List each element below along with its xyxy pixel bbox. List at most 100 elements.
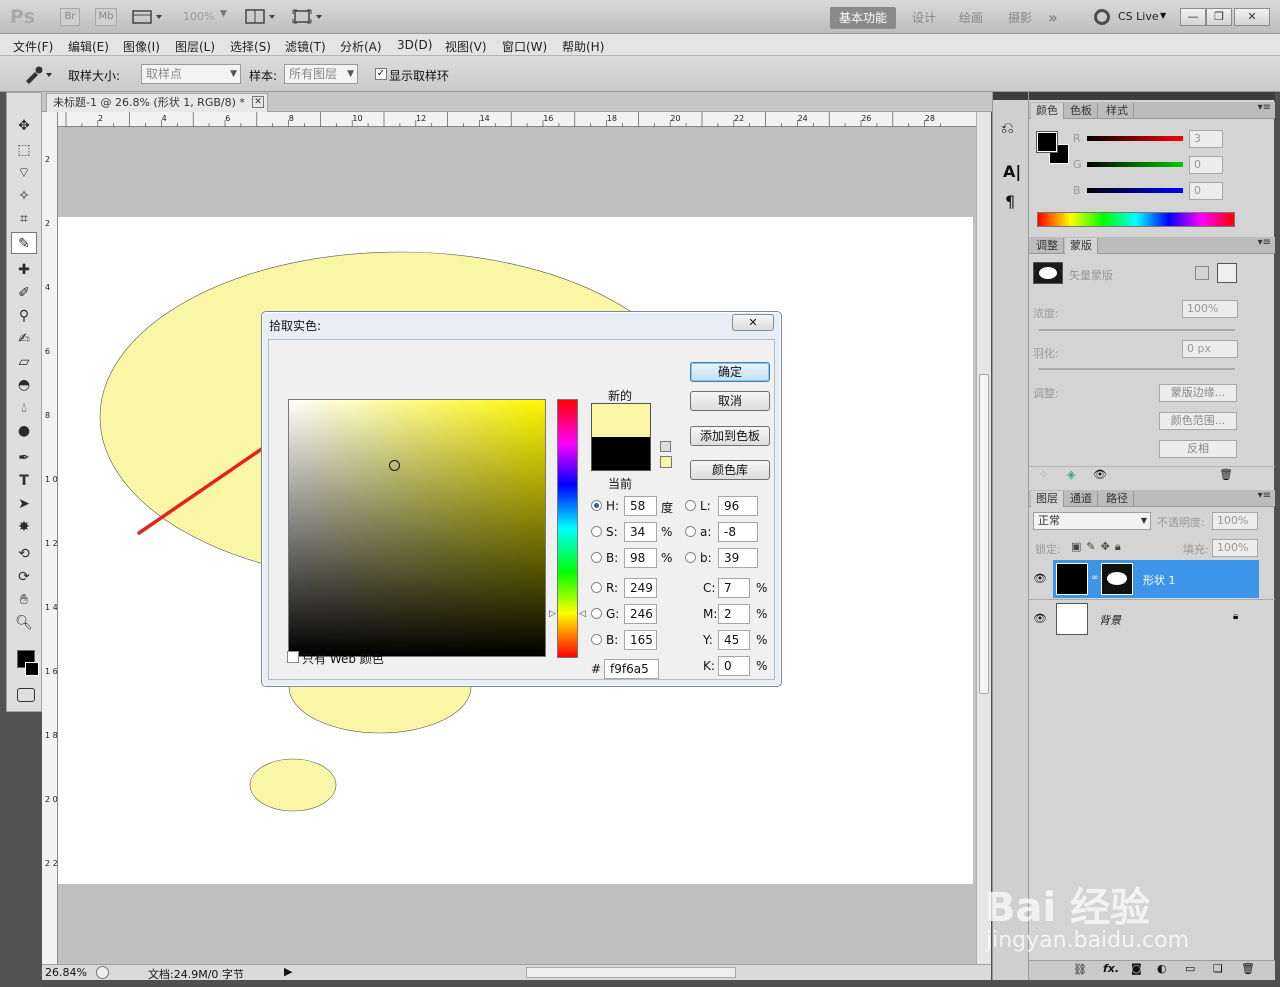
menu-edit[interactable]: 编辑(E) [68, 38, 109, 55]
cslive-label[interactable]: CS Live [1118, 10, 1159, 23]
pixel-mask-icon[interactable] [1195, 266, 1209, 280]
s-input[interactable]: 34 [624, 522, 657, 542]
m-input[interactable]: 2 [718, 604, 750, 624]
clone-stamp-tool-icon[interactable]: ⚲ [11, 305, 37, 327]
menu-help[interactable]: 帮助(H) [562, 38, 604, 55]
density-value[interactable]: 100% [1182, 300, 1238, 318]
play-arrow-icon[interactable]: ▶ [284, 965, 292, 978]
close-button[interactable]: ✕ [1234, 8, 1270, 26]
new-layer-icon[interactable]: ❏ [1213, 962, 1223, 975]
document-tab[interactable]: 未标题-1 @ 26.8% (形状 1, RGB/8) * ✕ [46, 93, 268, 112]
eyedropper-tool-icon[interactable]: ✎ [11, 232, 37, 254]
quick-mask-icon[interactable] [17, 688, 35, 702]
chevron-down-icon[interactable]: ▼ [220, 9, 227, 19]
b-value[interactable]: 0 [1189, 182, 1223, 200]
scroll-thumb[interactable] [979, 374, 989, 694]
history-icon[interactable]: ⎌ [1001, 118, 1014, 138]
s-radio[interactable] [591, 526, 602, 537]
k-input[interactable]: 0 [718, 656, 750, 676]
dialog-close-button[interactable]: ✕ [732, 314, 774, 331]
crop-tool-icon[interactable]: ⌗ [11, 208, 37, 230]
lock-icons[interactable]: ▣✎✥🔒︎ [1071, 540, 1126, 554]
b-radio[interactable] [591, 552, 602, 563]
c-input[interactable]: 7 [718, 578, 750, 598]
panel-menu-icon[interactable]: ▾≡ [1258, 102, 1271, 113]
layer-row-shape1[interactable]: 👁︎ ∞ 形状 1 [1029, 560, 1275, 598]
feather-slider[interactable] [1039, 368, 1235, 370]
h-input[interactable]: 58 [624, 496, 657, 516]
chevron-down-icon[interactable]: ▼ [1160, 11, 1166, 20]
status-zoom[interactable]: 26.84% [45, 966, 87, 979]
minimize-button[interactable]: — [1180, 8, 1206, 26]
add-mask-icon[interactable]: ◙ [1131, 962, 1142, 975]
invert-button[interactable]: 反相 [1159, 440, 1237, 458]
link-icon[interactable]: ∞ [1091, 573, 1099, 583]
current-color-swatch[interactable] [591, 437, 651, 471]
tab-styles[interactable]: 样式 [1101, 103, 1134, 119]
density-slider[interactable] [1039, 329, 1235, 331]
layer-name[interactable]: 背景 [1099, 612, 1121, 628]
tab-masks[interactable]: 蒙版 [1065, 238, 1098, 254]
link-layers-icon[interactable]: ⛓︎ [1073, 963, 1087, 976]
dodge-tool-icon[interactable]: ● [11, 420, 37, 442]
zoom-level[interactable]: 100% [183, 10, 214, 23]
tab-adjustments[interactable]: 调整 [1031, 238, 1064, 254]
color-range-button[interactable]: 颜色范围... [1159, 412, 1237, 430]
lab-b-input[interactable]: 39 [718, 548, 758, 568]
tab-paths[interactable]: 路径 [1101, 491, 1134, 507]
add-to-swatches-button[interactable]: 添加到色板 [690, 426, 770, 446]
eye-icon[interactable]: 👁︎ [1033, 612, 1047, 625]
menu-layer[interactable]: 图层(L) [175, 38, 215, 55]
workspace-photography[interactable]: 摄影 [1008, 7, 1032, 29]
adjustment-layer-icon[interactable]: ◐ [1157, 962, 1167, 975]
color-picker-cursor[interactable] [389, 460, 400, 471]
history-brush-tool-icon[interactable]: ✍ [11, 328, 37, 350]
layer-name[interactable]: 形状 1 [1143, 572, 1176, 588]
lasso-tool-icon[interactable]: ⌔ [11, 162, 37, 184]
path-selection-tool-icon[interactable]: ➤ [11, 493, 37, 515]
a-radio[interactable] [685, 526, 696, 537]
menu-select[interactable]: 选择(S) [230, 38, 271, 55]
menu-image[interactable]: 图像(I) [123, 38, 160, 55]
color-ramp[interactable] [1037, 212, 1235, 227]
menu-view[interactable]: 视图(V) [445, 38, 487, 55]
layer-thumb[interactable] [1056, 603, 1088, 635]
layer-row-background[interactable]: 👁︎ 背景 🔒︎ [1029, 599, 1275, 637]
a-input[interactable]: -8 [718, 522, 758, 542]
pen-tool-icon[interactable]: ✒ [11, 447, 37, 469]
background-color-swatch[interactable] [25, 662, 39, 676]
new-group-icon[interactable]: ▭ [1185, 962, 1195, 975]
panel-menu-icon[interactable]: ▾≡ [1258, 490, 1271, 501]
close-tab-icon[interactable]: ✕ [252, 96, 264, 108]
web-only-checkbox[interactable] [287, 651, 299, 663]
horizontal-scroll-thumb[interactable] [526, 967, 736, 978]
restore-button[interactable]: ❐ [1206, 8, 1232, 26]
color-libraries-button[interactable]: 颜色库 [690, 460, 770, 480]
saturation-brightness-field[interactable] [288, 399, 546, 657]
l-input[interactable]: 96 [718, 496, 758, 516]
tab-layers[interactable]: 图层 [1031, 491, 1064, 507]
3d-rotate-tool-icon[interactable]: ⟲ [11, 543, 37, 565]
r-slider[interactable] [1087, 136, 1183, 141]
r-input[interactable]: 249 [624, 578, 657, 598]
show-ring-checkbox[interactable]: ✓ [375, 68, 387, 80]
layer-mask-thumb[interactable] [1101, 563, 1133, 595]
blue-radio[interactable] [591, 634, 602, 645]
vertical-scrollbar[interactable] [976, 112, 991, 964]
paragraph-icon[interactable]: ¶ [1005, 192, 1015, 211]
opacity-value[interactable]: 100% [1212, 512, 1258, 530]
b-input[interactable]: 98 [624, 548, 657, 568]
load-selection-icon[interactable]: ⁘ [1039, 468, 1048, 481]
eye-icon[interactable]: 👁︎ [1093, 468, 1107, 481]
l-radio[interactable] [685, 500, 696, 511]
g-slider[interactable] [1087, 162, 1183, 167]
fx-icon[interactable]: fx. [1103, 962, 1119, 975]
g-value[interactable]: 0 [1189, 156, 1223, 174]
workspace-design[interactable]: 设计 [912, 7, 936, 29]
shape-tool-icon[interactable]: ✸ [11, 516, 37, 538]
trash-icon[interactable]: 🗑︎ [1219, 468, 1233, 481]
arrange-documents-icon[interactable] [245, 9, 279, 25]
menu-window[interactable]: 窗口(W) [502, 38, 547, 55]
hand-tool-icon[interactable]: ✋︎ [11, 589, 37, 611]
eyedropper-preset-icon[interactable] [20, 64, 56, 84]
